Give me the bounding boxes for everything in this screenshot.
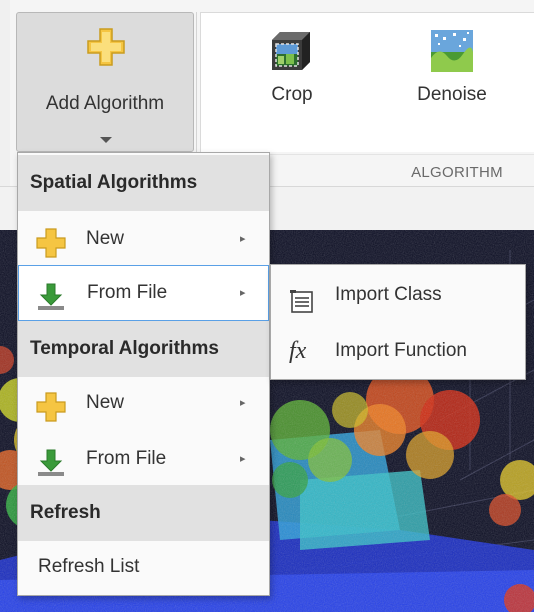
add-algorithm-button[interactable]: Add Algorithm [16,12,194,152]
function-icon: fx [289,338,307,364]
import-function-item[interactable]: fx Import Function [271,323,525,379]
denoise-icon [429,28,475,80]
chevron-right-icon: ▸ [240,453,246,465]
temporal-from-file-item[interactable]: From File ▸ [18,431,269,487]
crop-label: Crop [271,84,313,105]
add-algorithm-menu: Spatial Algorithms New ▸ From File ▸ Tem… [17,152,270,596]
temporal-new-label: New [86,392,125,413]
crop-button[interactable]: Crop [246,12,338,132]
denoise-label: Denoise [417,84,487,105]
temporal-algorithms-header: Temporal Algorithms [18,321,269,377]
spatial-new-item[interactable]: New ▸ [18,211,269,267]
spatial-algorithms-header: Spatial Algorithms [18,155,269,211]
denoise-button[interactable]: Denoise [396,12,508,132]
refresh-list-item[interactable]: Refresh List [18,539,269,595]
toolstrip-edge [0,0,10,186]
chevron-right-icon: ▸ [240,287,246,299]
temporal-new-item[interactable]: New ▸ [18,375,269,431]
crop-icon [268,28,314,80]
spatial-from-file-label: From File [87,282,168,303]
spatial-from-file-item[interactable]: From File ▸ [18,265,269,321]
import-class-label: Import Class [335,284,442,305]
chevron-down-icon [99,131,113,149]
chevron-right-icon: ▸ [240,233,246,245]
refresh-header: Refresh [18,485,269,541]
spatial-new-label: New [86,228,125,249]
from-file-submenu: Import Class fx Import Function [270,264,526,380]
import-function-label: Import Function [335,340,467,361]
add-algorithm-label: Add Algorithm [45,93,165,114]
import-class-item[interactable]: Import Class [271,267,525,323]
refresh-list-label: Refresh List [38,556,140,577]
chevron-right-icon: ▸ [240,397,246,409]
temporal-from-file-label: From File [86,448,167,469]
plus-icon [86,27,126,72]
algorithm-section-caption: ALGORITHM [411,164,503,181]
